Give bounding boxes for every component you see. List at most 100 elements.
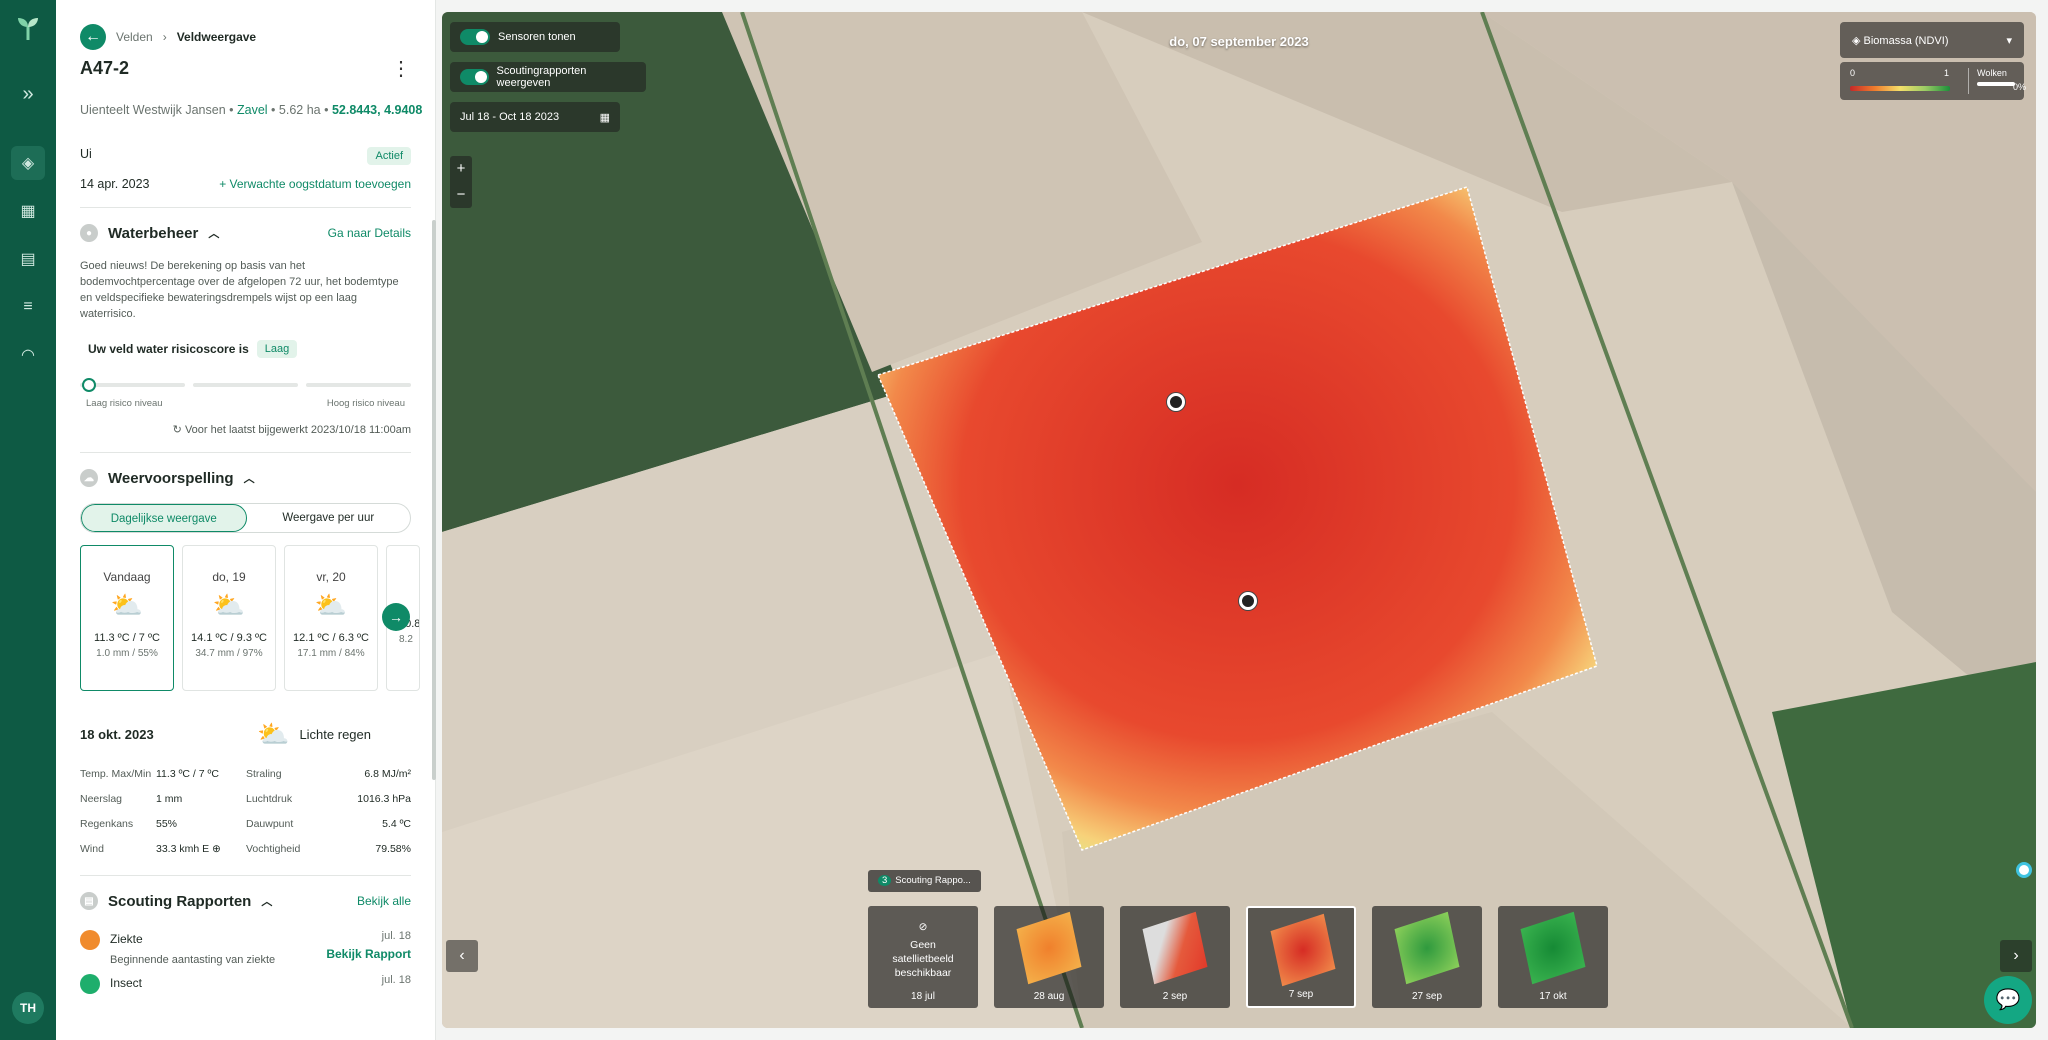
refresh-icon[interactable]: ↻	[173, 424, 182, 436]
status-badge: Actief	[367, 147, 411, 165]
forecast-day-card[interactable]: Vandaag ⛅ 11.3 ºC / 7 ºC 1.0 mm / 55%	[80, 545, 174, 691]
timeline-thumbnail[interactable]: 28 aug	[994, 906, 1104, 1008]
timeline-thumbnail[interactable]: 27 sep	[1372, 906, 1482, 1008]
stat-value: 55%	[156, 818, 178, 830]
back-arrow-icon[interactable]: ←	[80, 24, 106, 50]
thumbnail-image	[1142, 911, 1208, 985]
breadcrumb-parent[interactable]: Velden	[116, 30, 153, 44]
timeline-prev-button[interactable]: ‹	[446, 940, 478, 972]
view-report-link[interactable]: Bekijk Rapport	[326, 947, 411, 961]
more-options-icon[interactable]: ⋮	[391, 56, 411, 81]
thumbnail-date: 28 aug	[1033, 991, 1065, 1002]
chat-icon[interactable]: 💬	[1984, 976, 2032, 1024]
zoom-out-button[interactable]: −	[450, 182, 472, 208]
scouting-report-tag[interactable]: 3 Scouting Rappo...	[868, 870, 981, 892]
tab-hourly[interactable]: Weergave per uur	[247, 504, 411, 532]
sensor-pin[interactable]	[1167, 393, 1185, 411]
list-item[interactable]: Ziekte Beginnende aantasting van ziekte …	[80, 930, 411, 966]
tab-daily[interactable]: Dagelijkse weergave	[81, 504, 247, 532]
app-logo-icon[interactable]	[14, 14, 42, 42]
stat-value: 1 mm	[156, 793, 183, 805]
field-map[interactable]: Sensoren tonen Scoutingrapporten weergev…	[442, 12, 2036, 1028]
stat-label: Luchtdruk	[246, 793, 293, 805]
scouting-section-title: Scouting Rapporten	[108, 892, 252, 910]
risk-label: Uw veld water risicoscore is	[88, 342, 249, 356]
soil-type: Zavel	[237, 103, 268, 117]
chevron-down-icon: ▾	[2006, 34, 2012, 47]
wifi-nav-icon[interactable]: ◠	[11, 338, 45, 372]
partly-sunny-rain-icon: ⛅	[212, 590, 246, 620]
forecast-day-card[interactable]: do, 19 ⛅ 14.1 ºC / 9.3 ºC 34.7 mm / 97%	[182, 545, 276, 691]
legend-min: 0	[1850, 68, 1856, 78]
scouting-count-badge: 3	[878, 875, 892, 886]
notes-nav-icon[interactable]: ▤	[11, 242, 45, 276]
divider	[80, 875, 411, 876]
collapse-chevron-icon[interactable]: ︿	[208, 225, 219, 241]
thumbnail-date: 17 okt	[1539, 991, 1567, 1002]
timeline-thumbnail[interactable]: 2 sep	[1120, 906, 1230, 1008]
field-coordinates[interactable]: 52.8443, 4.9408	[332, 103, 422, 117]
add-harvest-date-link[interactable]: + Verwachte oogstdatum toevoegen	[219, 177, 411, 191]
weather-view-toggle: Dagelijkse weergave Weergave per uur	[80, 503, 411, 533]
calendar-icon[interactable]: ▦	[600, 111, 610, 124]
thumbnail-date: 2 sep	[1162, 991, 1188, 1002]
field-meta: Uienteelt Westwijk Jansen • Zavel • 5.62…	[80, 103, 423, 117]
wind-direction-icon: ⊕	[212, 843, 221, 855]
low-risk-label: Laag risico niveau	[86, 398, 163, 409]
see-all-reports-link[interactable]: Bekijk alle	[357, 894, 411, 908]
weather-section-title: Weervoorspelling	[108, 469, 234, 487]
risk-indicator	[80, 378, 411, 392]
stat-value: 5.4 ºC	[382, 818, 411, 830]
forecast-day-name: vr, 20	[316, 570, 346, 584]
help-badge-icon[interactable]	[2016, 862, 2032, 878]
stat-value: 6.8 MJ/m²	[364, 768, 411, 780]
scouting-toggle[interactable]: Scoutingrapporten weergeven	[450, 62, 646, 92]
disease-icon	[80, 930, 100, 950]
satellite-image	[442, 12, 2036, 1028]
list-item[interactable]: Insect jul. 18	[80, 974, 411, 994]
layers-icon: ◈	[1852, 34, 1861, 47]
report-date: jul. 18	[381, 974, 411, 986]
forecast-rain: 8.2	[399, 634, 413, 645]
divider	[80, 452, 411, 453]
zoom-controls: + −	[450, 156, 472, 208]
date-range-picker[interactable]: Jul 18 - Oct 18 2023 ▦	[450, 102, 620, 132]
sensor-pin[interactable]	[1239, 592, 1257, 610]
layer-select[interactable]: ◈ Biomassa (NDVI) ▾	[1840, 22, 2024, 58]
insect-icon	[80, 974, 100, 994]
stat-label: Regenkans	[80, 818, 134, 830]
stat-label: Neerslag	[80, 793, 123, 805]
timeline-next-button[interactable]: ›	[2000, 940, 2032, 972]
grid-nav-icon[interactable]: ▦	[11, 194, 45, 228]
avatar[interactable]: TH	[12, 992, 44, 1024]
settings-sliders-nav-icon[interactable]: ≡	[11, 290, 45, 324]
ndvi-legend: 0 1 Wolken 0%	[1840, 62, 2026, 100]
weather-stats: Temp. Max/Min 11.3 ºC / 7 ºC Straling 6.…	[80, 768, 411, 855]
layer-select-value: Biomassa (NDVI)	[1863, 34, 1949, 47]
report-date: jul. 18	[381, 930, 411, 942]
forecast-temp: 14.1 ºC / 9.3 ºC	[191, 632, 267, 644]
timeline-thumbnail[interactable]: 17 okt	[1498, 906, 1608, 1008]
no-image-icon: ⊘	[918, 921, 928, 933]
timeline-thumbnail[interactable]: ⊘ Geen satellietbeeld beschikbaar 18 jul	[868, 906, 978, 1008]
expand-sidebar-icon[interactable]: »	[16, 82, 40, 106]
light-rain-icon: ⛅	[257, 719, 290, 749]
collapse-chevron-icon[interactable]: ︿	[261, 893, 272, 909]
water-details-link[interactable]: Ga naar Details	[328, 226, 411, 240]
next-days-arrow-icon[interactable]: →	[382, 603, 410, 631]
zoom-in-button[interactable]: +	[450, 156, 472, 182]
layers-nav-icon[interactable]: ◈	[11, 146, 45, 180]
panel-scrollbar[interactable]	[432, 220, 436, 780]
legend-max: 1	[1944, 68, 1950, 78]
timeline-thumbnail[interactable]: 7 sep	[1246, 906, 1356, 1008]
forecast-temp: 11.3 ºC / 7 ºC	[94, 632, 160, 644]
forecast-day-card[interactable]: vr, 20 ⛅ 12.1 ºC / 6.3 ºC 17.1 mm / 84%	[284, 545, 378, 691]
scouting-switch[interactable]	[460, 69, 489, 85]
legend-color-ramp	[1850, 86, 1950, 91]
collapse-chevron-icon[interactable]: ︿	[244, 470, 255, 486]
weather-detail-date: 18 okt. 2023	[80, 727, 154, 742]
clouds-label: Wolken	[1977, 68, 2007, 78]
stat-label: Straling	[246, 768, 282, 780]
thumbnail-date: 7 sep	[1288, 989, 1314, 1000]
report-subtitle: Beginnende aantasting van ziekte	[110, 954, 276, 966]
